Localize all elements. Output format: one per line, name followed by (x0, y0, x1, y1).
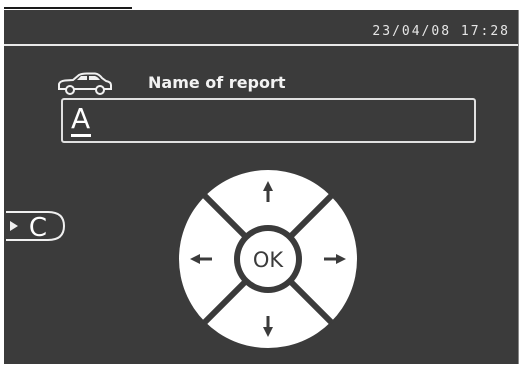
datetime-display: 23/04/08 17:28 (372, 24, 510, 39)
header-divider (4, 44, 518, 46)
report-name-value: A (71, 102, 91, 135)
top-underline (4, 7, 132, 9)
direction-pad: OK (179, 170, 357, 348)
back-button-label: C (29, 213, 47, 243)
device-screen: 23/04/08 17:28 Name of report A C OK (4, 10, 519, 364)
text-cursor (71, 134, 91, 137)
back-clear-button[interactable]: C (4, 206, 68, 246)
car-icon (58, 72, 112, 95)
back-arrow-icon (10, 221, 18, 231)
report-name-input[interactable]: A (61, 98, 476, 143)
ok-button-label: OK (253, 248, 285, 272)
report-name-label: Name of report (148, 73, 286, 92)
